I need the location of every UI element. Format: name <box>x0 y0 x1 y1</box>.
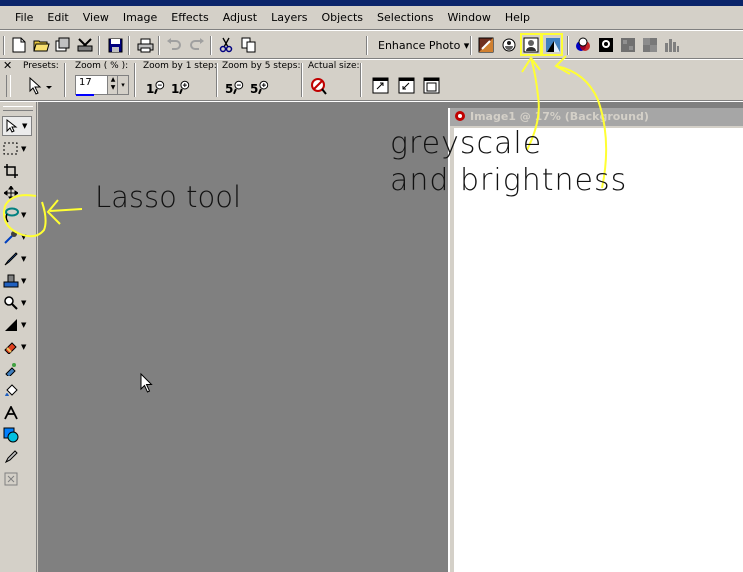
mouse-cursor-icon <box>140 372 153 393</box>
greyscale-highlight-box <box>520 33 542 56</box>
lasso-annotation-arrow <box>46 199 83 225</box>
lasso-annotation-text: Lasso tool <box>95 180 242 214</box>
greyscale-annotation-text: greyscale <box>390 126 543 161</box>
brightness-highlight-box <box>541 33 563 56</box>
lasso-highlight-circle <box>3 194 47 238</box>
brightness-annotation-text: and brightness <box>390 163 628 198</box>
annotation-overlay <box>3 33 608 393</box>
